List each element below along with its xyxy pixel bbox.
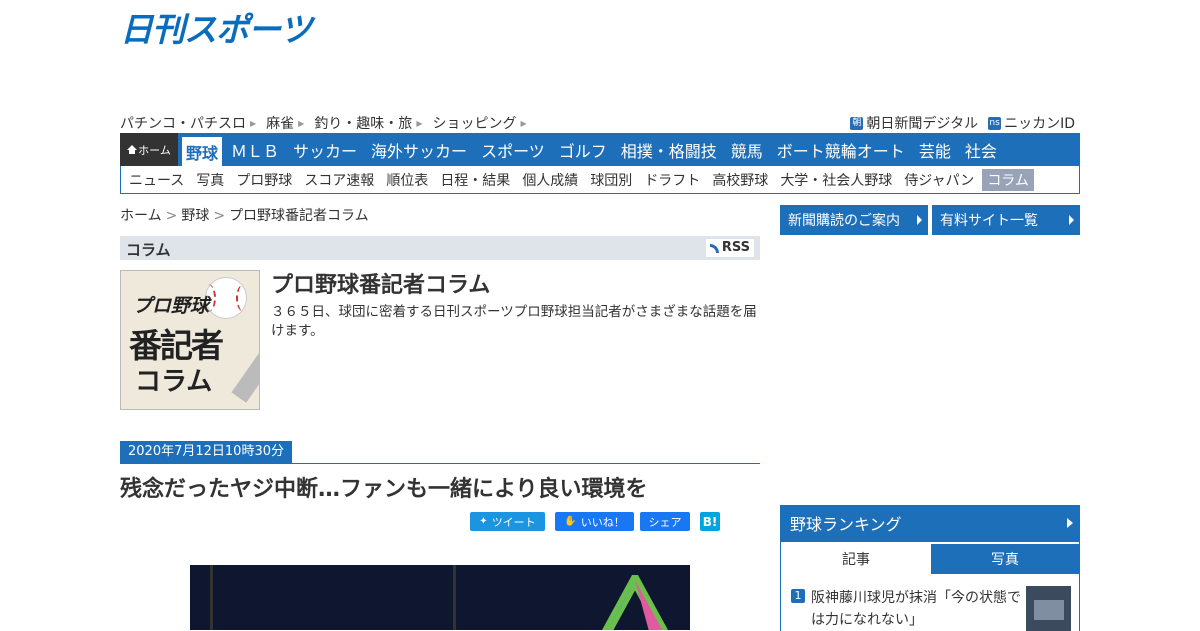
subnav-photo[interactable]: 写真	[190, 170, 230, 190]
divider	[120, 463, 760, 464]
utility-right: 朝朝日新聞デジタル ns ニッカンID	[840, 113, 1075, 133]
nikkan-id-link[interactable]: ns ニッカンID	[988, 113, 1075, 133]
breadcrumb-home[interactable]: ホーム	[120, 208, 162, 224]
tab-photos[interactable]: 写真	[931, 544, 1079, 574]
sub-nav: ニュース 写真 プロ野球 スコア速報 順位表 日程・結果 個人成績 球団別 ドラ…	[120, 166, 1080, 194]
rank-number: 1	[791, 589, 805, 603]
ranking-thumbnail[interactable]	[1026, 586, 1071, 631]
subnav-stats[interactable]: 個人成績	[516, 170, 584, 190]
article-photo	[190, 565, 690, 630]
nav-item-mlb[interactable]: ＭＬＢ	[224, 133, 286, 166]
util-link-pachinko[interactable]: パチンコ・パチスロ ▶	[120, 113, 256, 133]
rss-icon	[709, 243, 719, 253]
nav-item-soccer[interactable]: サッカー	[286, 133, 364, 166]
article-title: 残念だったヤジ中断…ファンも一緒により良い環境を	[120, 477, 648, 502]
nav-item-overseas-soccer[interactable]: 海外サッカー	[364, 133, 474, 166]
arrow-icon: ▶	[520, 118, 527, 128]
thumb-text-2: 番記者	[129, 326, 224, 365]
arrow-right-icon	[917, 215, 922, 225]
nav-item-keiba[interactable]: 競馬	[724, 133, 770, 166]
nikkan-id-label: ニッカンID	[1004, 116, 1075, 132]
asahi-label: 朝日新聞デジタル	[866, 116, 979, 132]
util-link-label: ショッピング	[432, 116, 517, 132]
nav-item-boat[interactable]: ボート競輪オート	[770, 133, 912, 166]
nav-home-label: ホーム	[138, 143, 171, 157]
breadcrumb-current: プロ野球番記者コラム	[229, 208, 369, 224]
ranking-header[interactable]: 野球ランキング	[780, 505, 1080, 541]
share-button[interactable]: シェア	[640, 512, 690, 531]
ranking-box: 記事 写真 1 阪神藤川球児が抹消「今の状態では力になれない」	[780, 541, 1080, 631]
util-link-shopping[interactable]: ショッピング ▶	[432, 113, 526, 133]
subnav-column[interactable]: コラム	[982, 168, 1034, 191]
nav-item-sumo[interactable]: 相撲・格闘技	[614, 133, 724, 166]
breadcrumb: ホーム > 野球 > プロ野球番記者コラム	[120, 205, 369, 225]
column-header: コラム RSS	[120, 236, 760, 260]
tab-articles[interactable]: 記事	[781, 544, 931, 574]
util-link-label: パチンコ・パチスロ	[120, 116, 246, 132]
util-link-label: 麻雀	[266, 116, 295, 132]
site-logo[interactable]: 日刊スポーツ	[120, 10, 312, 50]
subscription-info-button[interactable]: 新聞購読のご案内	[780, 205, 928, 235]
paid-sites-label: 有料サイト一覧	[940, 213, 1038, 229]
subnav-schedule[interactable]: 日程・結果	[434, 170, 516, 190]
arrow-right-icon	[1067, 518, 1073, 528]
ranking-item-1[interactable]: 阪神藤川球児が抹消「今の状態では力になれない」	[811, 587, 1021, 631]
util-link-fishing[interactable]: 釣り・趣味・旅 ▶	[314, 113, 422, 133]
thumb-text-1: プロ野球	[133, 295, 210, 317]
home-icon	[127, 145, 138, 154]
paid-sites-button[interactable]: 有料サイト一覧	[932, 205, 1080, 235]
utility-links: パチンコ・パチスロ ▶ 麻雀 ▶ 釣り・趣味・旅 ▶ ショッピング ▶	[120, 113, 537, 133]
subnav-pro-baseball[interactable]: プロ野球	[230, 170, 298, 190]
rss-label: RSS	[721, 240, 750, 255]
asahi-icon: 朝	[850, 116, 864, 130]
breadcrumb-separator: >	[165, 208, 178, 224]
nav-item-golf[interactable]: ゴルフ	[552, 133, 614, 166]
subscription-label: 新聞購読のご案内	[788, 213, 900, 229]
subnav-score[interactable]: スコア速報	[298, 170, 380, 190]
subnav-samurai[interactable]: 侍ジャパン	[898, 170, 980, 190]
twitter-icon: ✦	[479, 516, 488, 527]
baseball-icon	[205, 277, 247, 319]
ranking-title: 野球ランキング	[790, 515, 902, 534]
article-date: 2020年7月12日10時30分	[120, 441, 292, 463]
pencil-icon	[231, 343, 259, 403]
subnav-draft[interactable]: ドラフト	[638, 170, 706, 190]
rss-button[interactable]: RSS	[705, 239, 754, 257]
breadcrumb-separator: >	[213, 208, 226, 224]
util-link-mahjong[interactable]: 麻雀 ▶	[266, 113, 304, 133]
column-description: ３６５日、球団に密着する日刊スポーツプロ野球担当記者がさまざまな話題を届けます。	[271, 304, 757, 339]
arrow-icon: ▶	[298, 118, 305, 128]
arrow-right-icon	[1069, 215, 1074, 225]
arrow-icon: ▶	[416, 118, 423, 128]
like-label: いいね！	[580, 515, 625, 529]
column-title[interactable]: プロ野球番記者コラム	[271, 267, 490, 299]
subnav-teams[interactable]: 球団別	[584, 170, 638, 190]
arrow-icon: ▶	[250, 118, 257, 128]
logo-shape-icon	[602, 575, 668, 630]
thumb-text-3: コラム	[135, 367, 213, 397]
nav-item-entertainment[interactable]: 芸能	[912, 133, 958, 166]
photo-frame	[210, 565, 456, 630]
like-button[interactable]: ✋ いいね！	[555, 512, 634, 531]
tweet-label: ツイート	[491, 515, 536, 529]
nav-item-sports[interactable]: スポーツ	[474, 133, 552, 166]
main-nav: ホーム 野球 ＭＬＢ サッカー 海外サッカー スポーツ ゴルフ 相撲・格闘技 競…	[120, 133, 1080, 166]
util-link-label: 釣り・趣味・旅	[314, 116, 413, 132]
subnav-highschool[interactable]: 高校野球	[706, 170, 774, 190]
column-thumbnail[interactable]: プロ野球 番記者 コラム	[120, 270, 260, 410]
nav-item-society[interactable]: 社会	[958, 133, 1004, 166]
hatena-bookmark-button[interactable]: B!	[700, 512, 720, 531]
breadcrumb-baseball[interactable]: 野球	[181, 208, 209, 224]
nav-home[interactable]: ホーム	[120, 133, 178, 166]
subnav-standings[interactable]: 順位表	[380, 170, 434, 190]
subnav-college[interactable]: 大学・社会人野球	[774, 170, 898, 190]
column-header-title: コラム	[126, 241, 171, 259]
asahi-digital-link[interactable]: 朝朝日新聞デジタル	[850, 113, 978, 133]
tweet-button[interactable]: ✦ ツイート	[470, 512, 545, 531]
subnav-news[interactable]: ニュース	[121, 170, 190, 190]
nav-item-baseball[interactable]: 野球	[182, 137, 223, 166]
thumbs-up-icon: ✋	[564, 516, 577, 527]
nikkan-id-icon: ns	[988, 116, 1002, 130]
